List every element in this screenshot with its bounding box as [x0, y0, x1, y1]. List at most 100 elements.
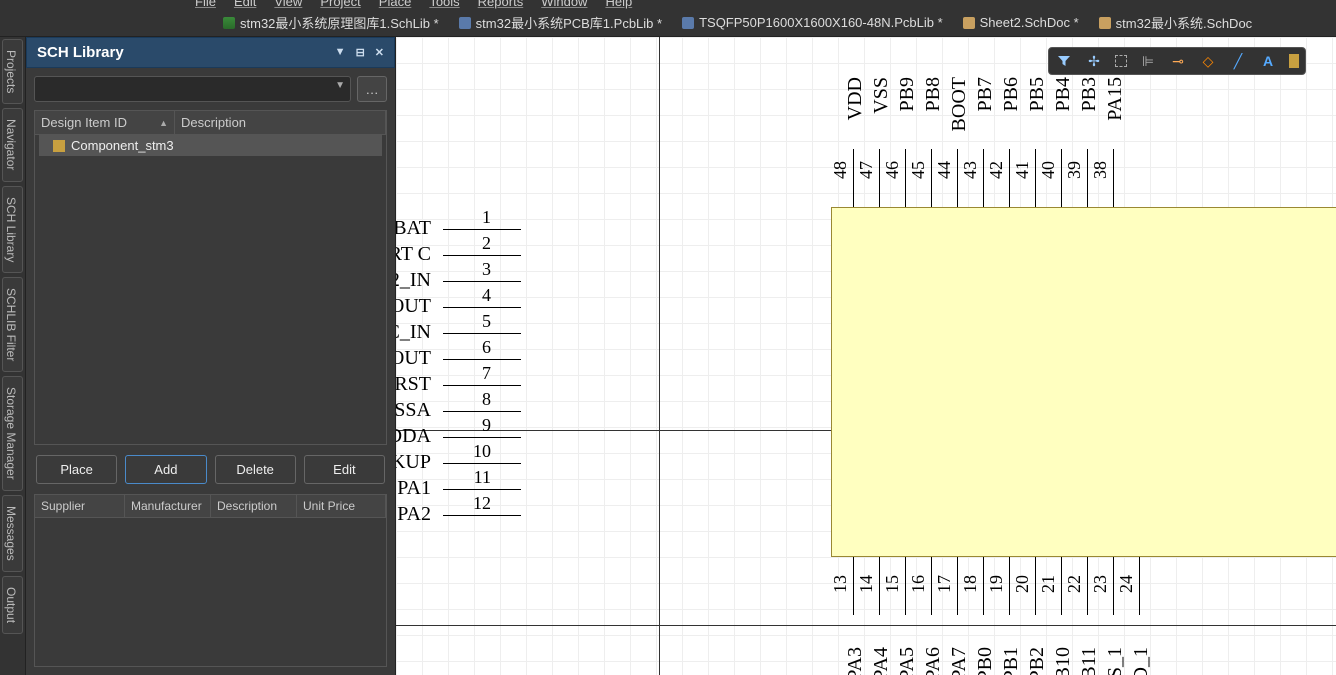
close-icon[interactable]: ✕	[375, 46, 384, 59]
pin-left-5[interactable]: PD0-OSC_IN5	[396, 321, 431, 344]
pin-wire	[905, 149, 906, 207]
menu-tools[interactable]: Tools	[429, 0, 459, 9]
col-design-id[interactable]: Design Item ID	[41, 115, 127, 130]
pin-wire	[983, 557, 984, 615]
menu-edit[interactable]: Edit	[234, 0, 256, 9]
pin-top-label: PB3	[1078, 77, 1101, 111]
component-icon	[53, 140, 65, 152]
pin-wire	[1113, 557, 1114, 615]
pin-bot-num: 23	[1090, 575, 1111, 593]
pin-icon[interactable]: ⊟	[356, 46, 365, 59]
dropdown-icon[interactable]: ▼	[335, 46, 346, 59]
menu-help[interactable]: Help	[605, 0, 632, 9]
menu-place[interactable]: Place	[379, 0, 412, 9]
pin-left-1[interactable]: VBAT1	[396, 217, 431, 240]
add-button[interactable]: Add	[125, 455, 206, 484]
pin-top-label: VDD	[844, 77, 867, 120]
menu-window[interactable]: Window	[541, 0, 587, 9]
pin-left-6[interactable]: PD1-OSC_OUT6	[396, 347, 431, 370]
pin-left-7[interactable]: NRST7	[396, 373, 431, 396]
tab[interactable]: stm32最小系统.SchDoc	[1091, 9, 1261, 36]
col-manufacturer[interactable]: Manufacturer	[125, 495, 211, 517]
polygon-icon[interactable]: ◇	[1199, 52, 1217, 70]
menu-project[interactable]: Project	[320, 0, 360, 9]
pin-left-2[interactable]: PC13-TAMPER-RT C2	[396, 243, 431, 266]
pin-bot-num: 24	[1116, 575, 1137, 593]
pin-top-num: 44	[934, 161, 955, 179]
schematic-canvas[interactable]: ✢ ⊫ ⊸ ◇ ╱ A VBAT1 PC13-TAMPER-RT C2 PC14-O…	[396, 37, 1336, 675]
pin-top-num: 42	[986, 161, 1007, 179]
pin-wire	[957, 557, 958, 615]
col-supplier[interactable]: Supplier	[35, 495, 125, 517]
table-row[interactable]: Component_stm3	[39, 135, 382, 156]
sidetab-sch library[interactable]: SCH Library	[2, 186, 23, 273]
supplier-grid[interactable]	[34, 518, 387, 667]
menu-reports[interactable]: Reports	[478, 0, 524, 9]
pin-bot-label: PB11	[1078, 647, 1101, 675]
more-button[interactable]: …	[357, 76, 387, 102]
tab[interactable]: Sheet2.SchDoc *	[955, 11, 1087, 34]
pin-top-num: 38	[1090, 161, 1111, 179]
line-icon[interactable]: ╱	[1229, 52, 1247, 70]
menu-bar: File Edit View Project Place Tools Reports Wind…	[0, 0, 1336, 9]
tab[interactable]: TSQFP50P1600X1600X160-48N.PcbLib *	[674, 11, 951, 34]
pin-left-4[interactable]: PC15-OSC32_OUT4	[396, 295, 431, 318]
pin-wire	[1009, 557, 1010, 615]
sidetab-storage manager[interactable]: Storage Manager	[2, 376, 23, 491]
document-tabs: stm32最小系统原理图库1.SchLib *stm32最小系统PCB库1.Pc…	[0, 9, 1336, 37]
pin-bot-label: PB10	[1052, 647, 1075, 675]
pin-top-num: 43	[960, 161, 981, 179]
pin-icon[interactable]: ⊸	[1169, 52, 1187, 70]
chevron-down-icon[interactable]: ▼	[335, 80, 345, 91]
menu-file[interactable]: File	[195, 0, 216, 9]
tab-label: stm32最小系统.SchDoc	[1116, 13, 1253, 32]
floating-toolbar: ✢ ⊫ ⊸ ◇ ╱ A	[1048, 47, 1306, 75]
pin-left-3[interactable]: PC14-OSC32_IN3	[396, 269, 431, 292]
pin-wire	[931, 149, 932, 207]
pin-left-11[interactable]: PA111	[397, 477, 431, 500]
pin-wire	[879, 149, 880, 207]
supplier-grid-header: Supplier Manufacturer Description Unit P…	[34, 494, 387, 518]
place-button[interactable]: Place	[36, 455, 117, 484]
pin-bot-num: 15	[882, 575, 903, 593]
filter-icon[interactable]	[1055, 52, 1073, 70]
sidetab-navigator[interactable]: Navigator	[2, 108, 23, 181]
pin-top-label: PB4	[1052, 77, 1075, 111]
pin-top-num: 41	[1012, 161, 1033, 179]
align-icon[interactable]: ⊫	[1139, 52, 1157, 70]
col-price[interactable]: Unit Price	[297, 495, 386, 517]
pin-bot-num: 21	[1038, 575, 1059, 593]
pin-bot-label: VDD_1	[1130, 647, 1153, 675]
pin-bot-num: 13	[830, 575, 851, 593]
select-icon[interactable]	[1115, 55, 1127, 67]
pin-top-label: PA15	[1104, 77, 1127, 121]
tab[interactable]: stm32最小系统PCB库1.PcbLib *	[451, 9, 670, 36]
pin-left-9[interactable]: VDDA9	[396, 425, 431, 448]
col-description2[interactable]: Description	[211, 495, 297, 517]
menu-view[interactable]: View	[274, 0, 302, 9]
move-icon[interactable]: ✢	[1085, 52, 1103, 70]
tab[interactable]: stm32最小系统原理图库1.SchLib *	[215, 9, 447, 36]
sidetab-messages[interactable]: Messages	[2, 495, 23, 572]
delete-button[interactable]: Delete	[215, 455, 296, 484]
pin-top-label: PB9	[896, 77, 919, 111]
component-grid[interactable]: Component_stm3	[34, 135, 387, 445]
pin-wire	[1113, 149, 1114, 207]
pin-wire	[957, 149, 958, 207]
pin-bot-label: VSS_1	[1104, 647, 1127, 675]
pin-wire	[1087, 149, 1088, 207]
pin-left-8[interactable]: VSSA8	[396, 399, 431, 422]
sidetab-schlib filter[interactable]: SCHLIB Filter	[2, 277, 23, 372]
col-description[interactable]: Description	[175, 111, 386, 134]
sidetab-projects[interactable]: Projects	[2, 39, 23, 104]
component-body[interactable]	[831, 207, 1336, 557]
pin-left-10[interactable]: PA0-WKUP10	[396, 451, 431, 474]
pin-left-12[interactable]: PA212	[397, 503, 431, 526]
text-icon[interactable]: A	[1259, 52, 1277, 70]
search-input[interactable]	[34, 76, 351, 102]
sidetab-output[interactable]: Output	[2, 576, 23, 634]
pin-bot-num: 20	[1012, 575, 1033, 593]
edit-button[interactable]: Edit	[304, 455, 385, 484]
component-icon[interactable]	[1289, 54, 1299, 68]
pin-top-label: PB7	[974, 77, 997, 111]
